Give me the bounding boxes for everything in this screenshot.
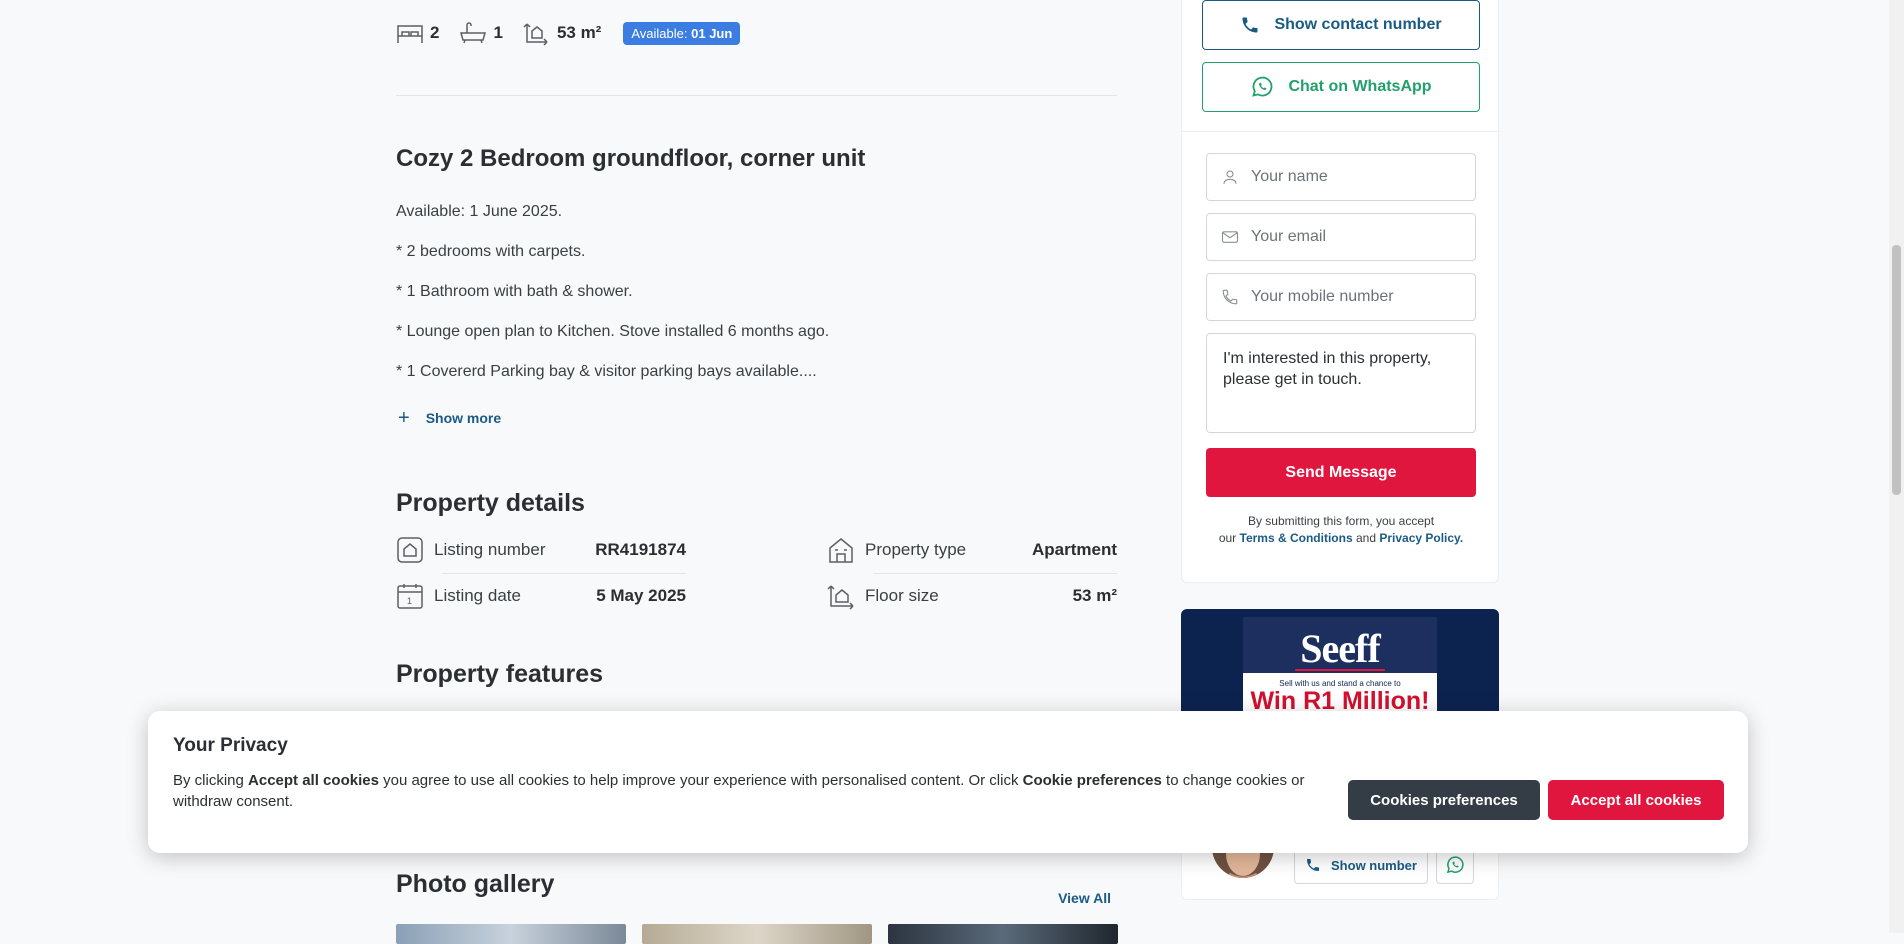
listing-title: Cozy 2 Bedroom groundfloor, corner unit	[396, 145, 866, 172]
plus-icon: +	[398, 407, 410, 429]
name-field[interactable]: Your name	[1206, 153, 1476, 201]
advert-inner: Seeff Sell with us and stand a chance to…	[1243, 617, 1437, 717]
size-value: 53 m²	[556, 23, 602, 42]
cookie-banner: Your Privacy By clicking Accept all cook…	[148, 711, 1748, 853]
whatsapp-icon	[1252, 76, 1273, 97]
description-line: Available: 1 June 2025.	[396, 203, 563, 220]
bedrooms-count: 2	[430, 23, 440, 42]
description-line: * 2 bedrooms with carpets.	[396, 243, 586, 260]
scrollbar-thumb[interactable]	[1892, 245, 1901, 495]
seeff-logo: Seeff	[1300, 626, 1380, 671]
gallery-photo[interactable]	[642, 924, 872, 944]
terms-notice: By submitting this form, you accept our …	[1182, 513, 1500, 547]
email-field[interactable]: Your email	[1206, 213, 1476, 261]
listing-number-icon	[397, 537, 423, 563]
agent-show-number-label: Show number	[1331, 857, 1417, 873]
terms-and: and	[1355, 531, 1376, 545]
detail-value: RR4191874	[595, 540, 686, 559]
availability-date: 01 Jun	[691, 25, 733, 41]
show-contact-number-button[interactable]: Show contact number	[1202, 0, 1480, 50]
availability-badge: Available: 01 Jun	[623, 21, 741, 45]
terms-line: By submitting this form, you accept	[1247, 514, 1435, 528]
cookie-text: By clicking Accept all cookies you agree…	[173, 770, 1333, 812]
detail-label: Listing number	[434, 540, 546, 559]
logo-underline	[1295, 669, 1385, 671]
floor-size-icon	[523, 23, 548, 46]
show-contact-number-label: Show contact number	[1274, 16, 1442, 33]
property-features-heading: Property features	[396, 660, 604, 688]
phone-icon	[1242, 17, 1258, 33]
detail-label: Listing date	[434, 586, 521, 605]
property-details-heading: Property details	[396, 489, 585, 517]
page-scrollbar[interactable]	[1889, 0, 1904, 933]
whatsapp-button[interactable]: Chat on WhatsApp	[1202, 62, 1480, 112]
detail-value: 53 m²	[1072, 586, 1117, 605]
size-stat: 53 m²	[523, 20, 601, 46]
svg-text:1: 1	[407, 596, 412, 606]
divider	[396, 95, 1117, 96]
contact-sidebar: Show contact number Chat on WhatsApp You…	[1181, 0, 1500, 583]
detail-floor-size: Floor size 53 m²	[827, 573, 1117, 619]
bed-icon	[397, 25, 423, 43]
phone-icon	[1222, 289, 1238, 305]
detail-label: Property type	[865, 540, 967, 559]
photo-gallery	[396, 924, 1118, 944]
privacy-link[interactable]: Privacy Policy.	[1379, 531, 1463, 545]
bathrooms-stat: 1	[459, 21, 503, 45]
mobile-field[interactable]: Your mobile number	[1206, 273, 1476, 321]
description-line: * 1 Bathroom with bath & shower.	[396, 283, 633, 300]
description-line: * 1 Covererd Parking bay & visitor parki…	[396, 363, 817, 380]
availability-label: Available:	[631, 25, 688, 41]
show-more-button[interactable]: + Show more	[398, 407, 502, 429]
whatsapp-label: Chat on WhatsApp	[1288, 78, 1432, 95]
terms-links-line: our Terms & Conditions and Privacy Polic…	[1182, 530, 1500, 547]
bath-icon	[460, 22, 487, 44]
listing-description: Available: 1 June 2025. * 2 bedrooms wit…	[396, 200, 829, 400]
user-icon	[1223, 170, 1237, 184]
detail-value: Apartment	[1031, 540, 1117, 559]
description-line: * Lounge open plan to Kitchen. Stove ins…	[396, 323, 830, 340]
cookie-text-part: By clicking	[173, 772, 244, 789]
view-all-link[interactable]: View All	[1058, 890, 1111, 906]
detail-value: 5 May 2025	[596, 586, 686, 605]
message-textarea[interactable]: I'm interested in this property, please …	[1206, 333, 1476, 433]
detail-property-type: Property type Apartment	[827, 527, 1117, 573]
terms-link[interactable]: Terms & Conditions	[1240, 531, 1353, 545]
listing-stats: 2 1 53 m² Available: 01 Jun	[396, 16, 741, 50]
send-message-button[interactable]: Send Message	[1206, 448, 1476, 497]
cookie-text-part: you agree to use all cookies to help imp…	[383, 772, 1019, 789]
floor-size-icon	[827, 585, 854, 610]
accept-all-cookies-button[interactable]: Accept all cookies	[1548, 780, 1724, 820]
detail-listing-date: 1 Listing date 5 May 2025	[396, 573, 686, 619]
show-more-label: Show more	[425, 410, 502, 426]
seeff-advert[interactable]: Seeff Sell with us and stand a chance to…	[1181, 609, 1499, 719]
gallery-photo[interactable]	[396, 924, 626, 944]
cookie-preferences-button[interactable]: Cookies preferences	[1348, 780, 1540, 820]
detail-label: Floor size	[865, 586, 939, 605]
bedrooms-stat: 2	[396, 21, 439, 45]
cookie-text-prefs: Cookie preferences	[1022, 772, 1162, 789]
gallery-photo[interactable]	[888, 924, 1118, 944]
email-placeholder: Your email	[1251, 228, 1327, 245]
cookie-title: Your Privacy	[173, 735, 288, 756]
property-type-icon	[829, 538, 853, 563]
cookie-text-accept: Accept all cookies	[248, 772, 379, 789]
bathrooms-count: 1	[493, 23, 503, 42]
calendar-icon: 1	[397, 584, 423, 609]
whatsapp-icon	[1446, 856, 1464, 874]
detail-listing-number: Listing number RR4191874	[396, 527, 686, 573]
mail-icon	[1221, 231, 1239, 243]
phone-icon	[1307, 859, 1320, 871]
photo-gallery-heading: Photo gallery	[396, 870, 555, 898]
mobile-placeholder: Your mobile number	[1251, 288, 1394, 305]
divider	[1182, 131, 1500, 132]
name-placeholder: Your name	[1251, 168, 1328, 185]
terms-our: our	[1218, 531, 1237, 545]
